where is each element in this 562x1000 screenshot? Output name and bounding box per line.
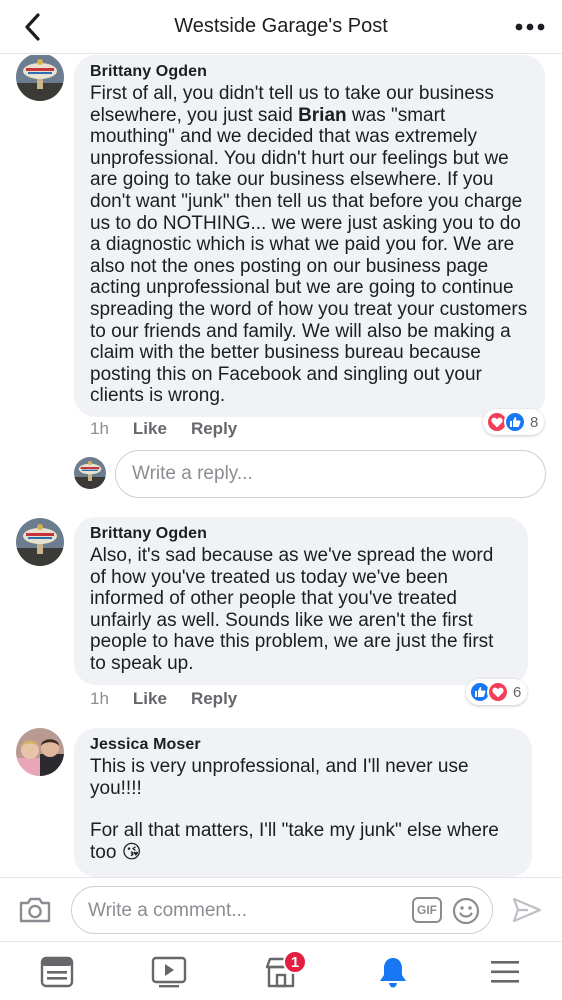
more-dots-icon [515,23,545,31]
like-reaction-icon [504,411,526,433]
reply-button[interactable]: Reply [191,419,237,439]
reply-button[interactable]: Reply [191,689,237,709]
avatar[interactable] [16,55,64,101]
comments-feed[interactable]: Brittany Ogden First of all, you didn't … [0,55,562,877]
comment-input[interactable]: Write a comment... GIF [71,886,493,934]
nav-menu[interactable] [485,954,525,990]
avatar-image-icon [74,457,106,489]
notification-badge: 1 [283,950,307,974]
reply-input[interactable]: Write a reply... [115,450,546,498]
gif-button[interactable]: GIF [412,897,442,923]
comment-text: Also, it's sad because as we've spread t… [90,545,494,674]
reactions-summary[interactable]: 8 [483,409,545,435]
reactions-summary[interactable]: 6 [466,679,528,705]
comment-text: First of all, you didn't tell us to take… [90,83,529,407]
more-options-button[interactable] [512,14,548,40]
comment-actions: 1h Like Reply [90,419,237,439]
page-title: Westside Garage's Post [174,15,388,37]
comment-actions: 1h Like Reply [90,689,237,709]
avatar-image-icon [16,728,64,776]
camera-button[interactable] [18,895,52,925]
comment-bubble: Jessica Moser This is very unprofessiona… [74,728,532,877]
smiley-icon [452,897,480,925]
reaction-count: 6 [513,683,522,701]
comment-text-part: was "smart mouthing" and we decided that… [90,104,528,407]
comment-author[interactable]: Jessica Moser [90,736,516,754]
comment-bubble: Brittany Ogden Also, it's sad because as… [74,517,528,685]
like-button[interactable]: Like [133,419,167,439]
comment-text: For all that matters, I'll "take my junk… [90,820,499,863]
bottom-navigation: 1 [0,941,562,1000]
avatar[interactable] [74,457,106,489]
nav-watch[interactable] [149,954,189,990]
comment-author[interactable]: Brittany Ogden [90,63,529,81]
emoji-button[interactable] [452,897,480,925]
comment-placeholder: Write a comment... [88,900,248,921]
news-feed-icon [40,956,74,988]
tagged-name: Brian [298,104,347,126]
video-play-icon [151,956,187,988]
avatar[interactable] [16,518,64,566]
bell-icon [380,958,406,988]
avatar-image-icon [16,518,64,566]
comment-time: 1h [90,419,109,438]
send-button[interactable] [512,896,542,924]
like-button[interactable]: Like [133,689,167,709]
comment-bubble: Brittany Ogden First of all, you didn't … [74,55,545,417]
send-arrow-icon [512,897,542,923]
hamburger-menu-icon [491,961,519,983]
comment-composer: Write a comment... GIF [0,877,562,941]
comment-author[interactable]: Brittany Ogden [90,525,512,543]
love-reaction-icon [487,681,509,703]
avatar[interactable] [16,728,64,776]
top-bar: Westside Garage's Post [0,0,562,54]
comment-time: 1h [90,689,109,708]
avatar-image-icon [16,55,64,101]
reply-placeholder: Write a reply... [132,463,253,484]
camera-icon [19,897,51,923]
comment-text: This is very unprofessional, and I'll ne… [90,756,469,799]
nav-news-feed[interactable] [37,954,77,990]
nav-marketplace[interactable]: 1 [261,950,307,990]
reaction-count: 8 [530,413,539,431]
nav-notifications[interactable] [373,954,413,990]
